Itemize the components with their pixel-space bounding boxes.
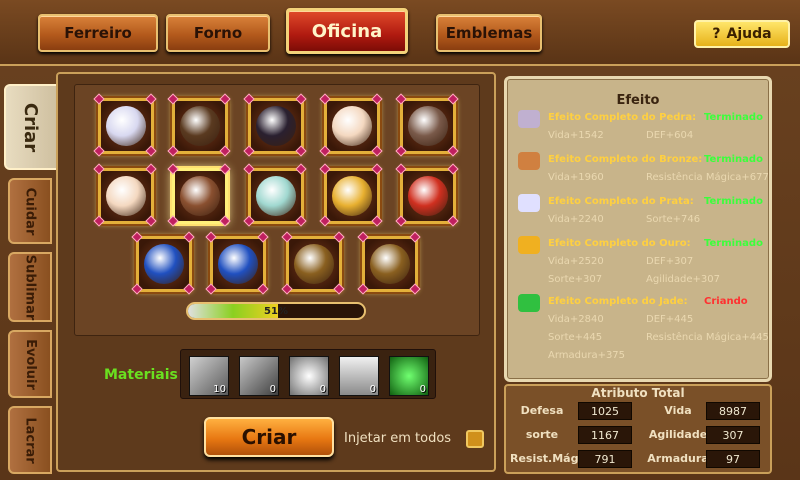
tab-oficina[interactable]: Oficina bbox=[286, 8, 408, 54]
attr-name: sorte bbox=[525, 428, 559, 441]
effect-stat: Vida+2240 bbox=[548, 214, 604, 225]
hair-icon bbox=[256, 106, 296, 146]
effect-stat: DEF+307 bbox=[646, 256, 694, 267]
attr-value: 97 bbox=[706, 450, 760, 468]
material-stone[interactable]: 10 bbox=[189, 356, 229, 396]
effect-status: Terminado bbox=[704, 196, 763, 207]
glasses-icon bbox=[180, 106, 220, 146]
attr-name: Armadura bbox=[647, 452, 709, 465]
material-jade[interactable]: 0 bbox=[389, 356, 429, 396]
effect-stat: Agilidade+307 bbox=[646, 274, 720, 285]
craft-button[interactable]: Criar bbox=[204, 417, 334, 457]
attr-value: 1167 bbox=[578, 426, 632, 444]
silver-icon bbox=[518, 194, 540, 212]
material-count: 0 bbox=[269, 384, 276, 395]
effect-stat: Armadura+375 bbox=[548, 350, 626, 361]
materials-label: Materiais bbox=[104, 367, 178, 383]
craft-slot[interactable] bbox=[395, 93, 459, 157]
ring-gold-icon bbox=[294, 244, 334, 284]
material-bronze[interactable]: 0 bbox=[239, 356, 279, 396]
effect-status: Criando bbox=[704, 296, 748, 307]
craft-slot[interactable] bbox=[281, 231, 345, 295]
inject-all-checkbox[interactable] bbox=[466, 430, 484, 448]
weapon-icon bbox=[408, 106, 448, 146]
effects-title: Efeito bbox=[616, 93, 660, 108]
craft-slot[interactable] bbox=[93, 93, 157, 157]
attr-name: Agilidade bbox=[648, 428, 708, 441]
gold-icon bbox=[518, 236, 540, 254]
stone-icon bbox=[518, 110, 540, 128]
material-gold[interactable]: 0 bbox=[339, 356, 379, 396]
material-count: 10 bbox=[213, 384, 226, 395]
craft-progress-bar: 51% bbox=[186, 302, 366, 320]
craft-slot[interactable] bbox=[319, 93, 383, 157]
craft-slot[interactable] bbox=[131, 231, 195, 295]
ring-gold-icon bbox=[370, 244, 410, 284]
necklace-icon bbox=[332, 176, 372, 216]
top-tab-bar: Ferreiro Forno Oficina Emblemas ? Ajuda bbox=[0, 0, 800, 66]
tab-ferreiro[interactable]: Ferreiro bbox=[38, 14, 158, 52]
material-silver[interactable]: 0 bbox=[289, 356, 329, 396]
side-tab-sublimar[interactable]: Sublimar bbox=[8, 252, 52, 322]
tab-forno[interactable]: Forno bbox=[166, 14, 270, 52]
total-attributes-panel: Atributo Total Defesa 1025 Vida 8987 sor… bbox=[504, 384, 772, 474]
craft-slot[interactable] bbox=[167, 93, 231, 157]
effect-stat: Sorte+307 bbox=[548, 274, 603, 285]
bronze-icon bbox=[518, 152, 540, 170]
inject-all-label: Injetar em todos bbox=[344, 431, 452, 446]
craft-slot[interactable] bbox=[243, 163, 307, 227]
material-count: 0 bbox=[319, 384, 326, 395]
effect-stat: Vida+2520 bbox=[548, 256, 604, 267]
attr-value: 1025 bbox=[578, 402, 632, 420]
effect-status: Terminado bbox=[704, 154, 763, 165]
effect-stat: Vida+1960 bbox=[548, 172, 604, 183]
ring-blue-icon bbox=[144, 244, 184, 284]
effect-stat: DEF+604 bbox=[646, 130, 694, 141]
face-icon bbox=[106, 176, 146, 216]
attr-value: 791 bbox=[578, 450, 632, 468]
effect-stat: Sorte+445 bbox=[548, 332, 603, 343]
attr-name: Vida bbox=[664, 404, 692, 417]
question-icon: ? bbox=[712, 26, 721, 42]
effect-status: Terminado bbox=[704, 112, 763, 123]
material-count: 0 bbox=[419, 384, 426, 395]
side-tab-criar[interactable]: Criar bbox=[4, 84, 58, 170]
side-tab-evoluir[interactable]: Evoluir bbox=[8, 330, 52, 398]
help-button[interactable]: ? Ajuda bbox=[694, 20, 790, 48]
craft-slot[interactable] bbox=[243, 93, 307, 157]
wings-icon bbox=[256, 176, 296, 216]
progress-label: 51% bbox=[264, 305, 288, 317]
material-count: 0 bbox=[369, 384, 376, 395]
jade-icon bbox=[518, 294, 540, 312]
effect-stat: Vida+2840 bbox=[548, 314, 604, 325]
attr-value: 307 bbox=[706, 426, 760, 444]
attr-name: Defesa bbox=[520, 404, 564, 417]
effect-stat: Vida+1542 bbox=[548, 130, 604, 141]
tab-emblemas[interactable]: Emblemas bbox=[436, 14, 542, 52]
craft-slot[interactable] bbox=[319, 163, 383, 227]
craft-slot[interactable] bbox=[357, 231, 421, 295]
effect-stat: Resistência Mágica+445 bbox=[646, 332, 769, 343]
materials-box: 10 0 0 0 0 bbox=[180, 349, 436, 399]
costume-hat-icon bbox=[106, 106, 146, 146]
ring-icon bbox=[408, 176, 448, 216]
ring-blue-icon bbox=[218, 244, 258, 284]
total-attributes-title: Atributo Total bbox=[591, 386, 685, 400]
effect-stat: DEF+445 bbox=[646, 314, 694, 325]
craft-slot[interactable] bbox=[205, 231, 269, 295]
face-icon bbox=[332, 106, 372, 146]
help-label: Ajuda bbox=[726, 26, 772, 42]
attr-name: Resist.Mág. bbox=[510, 452, 583, 465]
effect-stat: Resistência Mágica+677 bbox=[646, 172, 769, 183]
effect-stat: Sorte+746 bbox=[646, 214, 701, 225]
chibi-head-icon bbox=[180, 176, 220, 216]
side-tab-cuidar[interactable]: Cuidar bbox=[8, 178, 52, 244]
craft-slot[interactable] bbox=[167, 163, 231, 227]
attr-value: 8987 bbox=[706, 402, 760, 420]
effect-status: Terminado bbox=[704, 238, 763, 249]
side-tab-lacrar[interactable]: Lacrar bbox=[8, 406, 52, 474]
craft-slot[interactable] bbox=[395, 163, 459, 227]
craft-slot[interactable] bbox=[93, 163, 157, 227]
